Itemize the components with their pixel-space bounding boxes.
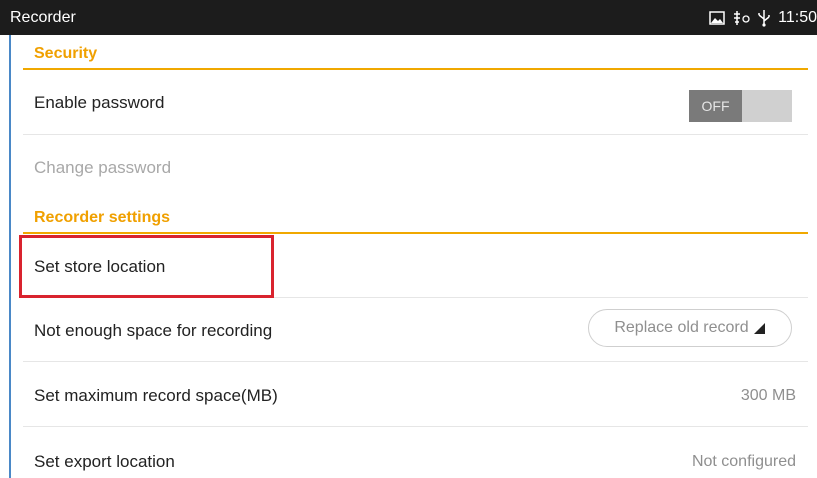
status-bar: Recorder 11:50 [0,0,817,35]
max-record-space-label: Set maximum record space(MB) [34,386,278,405]
status-time: 11:50 [778,9,817,26]
dropdown-value: Replace old record [614,319,749,336]
change-password-row: Change password [23,135,808,199]
not-enough-space-label: Not enough space for recording [34,321,273,340]
not-enough-space-dropdown[interactable]: Replace old record [588,309,792,347]
enable-password-row[interactable]: Enable password OFF [23,70,808,135]
highlight-box [19,235,274,298]
export-location-row[interactable]: Set export location Not configured [23,427,808,478]
section-header-recorder-settings: Recorder settings [23,200,808,234]
usb-icon [757,9,771,27]
section-header-security: Security [23,36,808,70]
change-password-label: Change password [34,158,172,177]
max-record-space-row[interactable]: Set maximum record space(MB) 300 MB [23,362,808,427]
gallery-icon [709,11,725,25]
enable-password-label: Enable password [34,93,165,112]
left-rule [9,35,11,478]
max-record-space-value: 300 MB [740,387,796,404]
export-location-label: Set export location [34,452,175,471]
app-title: Recorder [10,9,76,26]
not-enough-space-row[interactable]: Not enough space for recording Replace o… [23,298,808,362]
enable-password-toggle[interactable]: OFF [689,90,792,122]
toggle-off-label: OFF [689,90,742,122]
export-location-value: Not configured [691,453,796,470]
status-icons: 11:50 [709,8,817,28]
dropdown-arrow-icon [753,322,766,335]
usb-debug-icon [732,10,750,26]
